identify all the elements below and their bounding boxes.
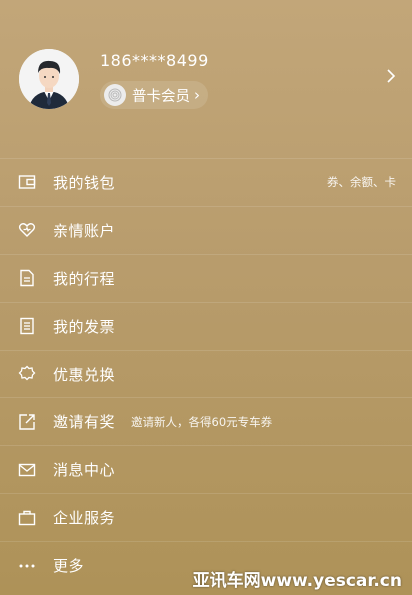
badge-chevron: › bbox=[194, 86, 200, 104]
fingerprint-icon bbox=[104, 84, 126, 106]
avatar[interactable] bbox=[19, 49, 79, 109]
menu-item-label: 亲情账户 bbox=[53, 221, 116, 240]
member-badge-label: 普卡会员 bbox=[132, 88, 190, 105]
menu-item-enterprise-service[interactable]: 企业服务 bbox=[0, 493, 412, 541]
trip-document-icon bbox=[18, 269, 36, 287]
menu-item-label: 我的发票 bbox=[53, 317, 116, 336]
watermark: 亚讯车网www.yescar.cn bbox=[192, 571, 402, 591]
menu-item-coupon-exchange[interactable]: 优惠兑换 bbox=[0, 349, 412, 398]
coupon-gear-icon bbox=[18, 365, 36, 383]
menu-item-label: 消息中心 bbox=[53, 461, 116, 480]
wallet-icon bbox=[18, 173, 36, 191]
menu-item-family-account[interactable]: 亲情账户 bbox=[0, 205, 412, 254]
profile-header[interactable]: 186****8499 普卡会员 › bbox=[0, 0, 412, 158]
menu-item-hint: 券、余额、卡 bbox=[327, 175, 396, 190]
menu-item-message-center[interactable]: 消息中心 bbox=[0, 445, 412, 493]
menu-item-label: 我的钱包 bbox=[53, 173, 116, 192]
menu-item-my-trips[interactable]: 我的行程 bbox=[0, 253, 412, 302]
share-icon bbox=[18, 413, 36, 431]
menu-item-label: 企业服务 bbox=[53, 509, 116, 528]
more-dots-icon bbox=[18, 557, 36, 575]
user-avatar-icon bbox=[19, 49, 79, 109]
menu-item-wallet[interactable]: 我的钱包 券、余额、卡 bbox=[0, 158, 412, 206]
invoice-icon bbox=[18, 317, 36, 335]
menu-item-label: 我的行程 bbox=[53, 269, 116, 288]
menu-list: 我的钱包 券、余额、卡 亲情账户 我的行程 我的发票 优惠兑换 邀请有奖 邀请新… bbox=[0, 158, 412, 589]
chevron-right-icon[interactable] bbox=[386, 68, 396, 88]
phone-number: 186****8499 bbox=[100, 51, 209, 70]
mail-icon bbox=[18, 461, 36, 479]
menu-item-label: 优惠兑换 bbox=[53, 365, 116, 384]
briefcase-icon bbox=[18, 509, 36, 527]
menu-item-label: 更多 bbox=[53, 557, 85, 576]
menu-item-invite-reward[interactable]: 邀请有奖 邀请新人，各得60元专车券 bbox=[0, 397, 412, 445]
menu-item-hint: 邀请新人，各得60元专车券 bbox=[131, 414, 273, 429]
menu-item-label: 邀请有奖 bbox=[53, 413, 116, 432]
heart-icon bbox=[18, 221, 36, 239]
menu-item-invoice[interactable]: 我的发票 bbox=[0, 301, 412, 350]
member-badge[interactable]: 普卡会员 › bbox=[100, 81, 208, 109]
